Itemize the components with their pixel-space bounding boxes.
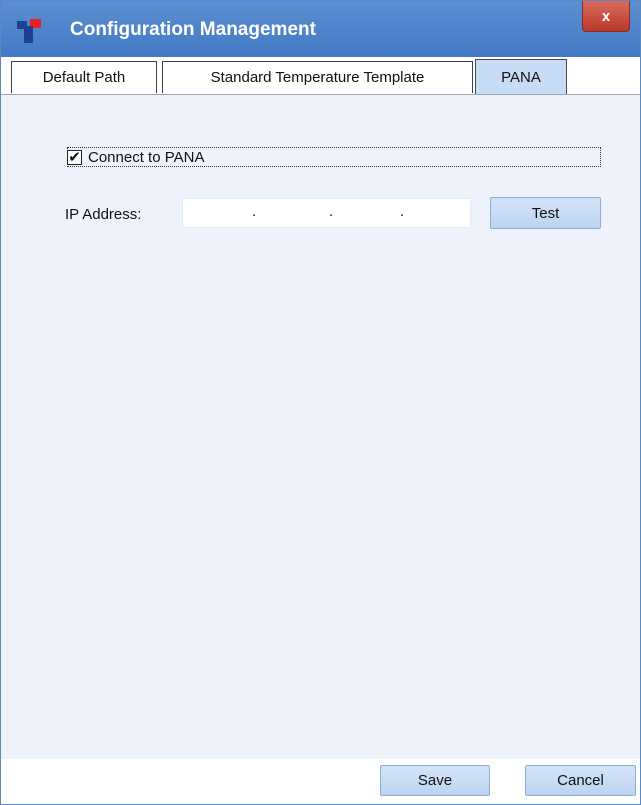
tab-default-path[interactable]: Default Path xyxy=(11,61,157,93)
test-button[interactable]: Test xyxy=(490,197,601,229)
tab-standard-temperature-template[interactable]: Standard Temperature Template xyxy=(162,61,473,93)
close-icon: x xyxy=(601,7,611,25)
ip-address-label: IP Address: xyxy=(65,206,142,223)
ip-separator: . xyxy=(252,203,257,220)
ip-address-input[interactable]: . . . xyxy=(182,198,471,228)
title-bar[interactable]: Configuration Management x xyxy=(1,1,640,57)
close-button[interactable]: x xyxy=(582,1,630,32)
pana-tab-panel: ✔ Connect to PANA IP Address: . . . Test xyxy=(1,95,640,759)
dialog-footer: Save Cancel xyxy=(1,759,640,804)
check-mark-icon: ✔ xyxy=(68,148,81,166)
tab-strip: Default Path Standard Temperature Templa… xyxy=(1,57,640,95)
save-button[interactable]: Save xyxy=(380,765,490,796)
ip-separator: . xyxy=(329,203,334,220)
tab-pana[interactable]: PANA xyxy=(475,59,567,94)
connect-to-pana-option[interactable]: ✔ Connect to PANA xyxy=(67,147,601,167)
ip-separator: . xyxy=(400,203,405,220)
connect-to-pana-checkbox[interactable]: ✔ xyxy=(67,148,82,166)
config-dialog: Configuration Management x Default Path … xyxy=(0,0,641,805)
window-title: Configuration Management xyxy=(70,19,316,40)
connect-to-pana-label: Connect to PANA xyxy=(88,148,205,166)
app-logo-icon xyxy=(17,19,41,43)
cancel-button[interactable]: Cancel xyxy=(525,765,636,796)
